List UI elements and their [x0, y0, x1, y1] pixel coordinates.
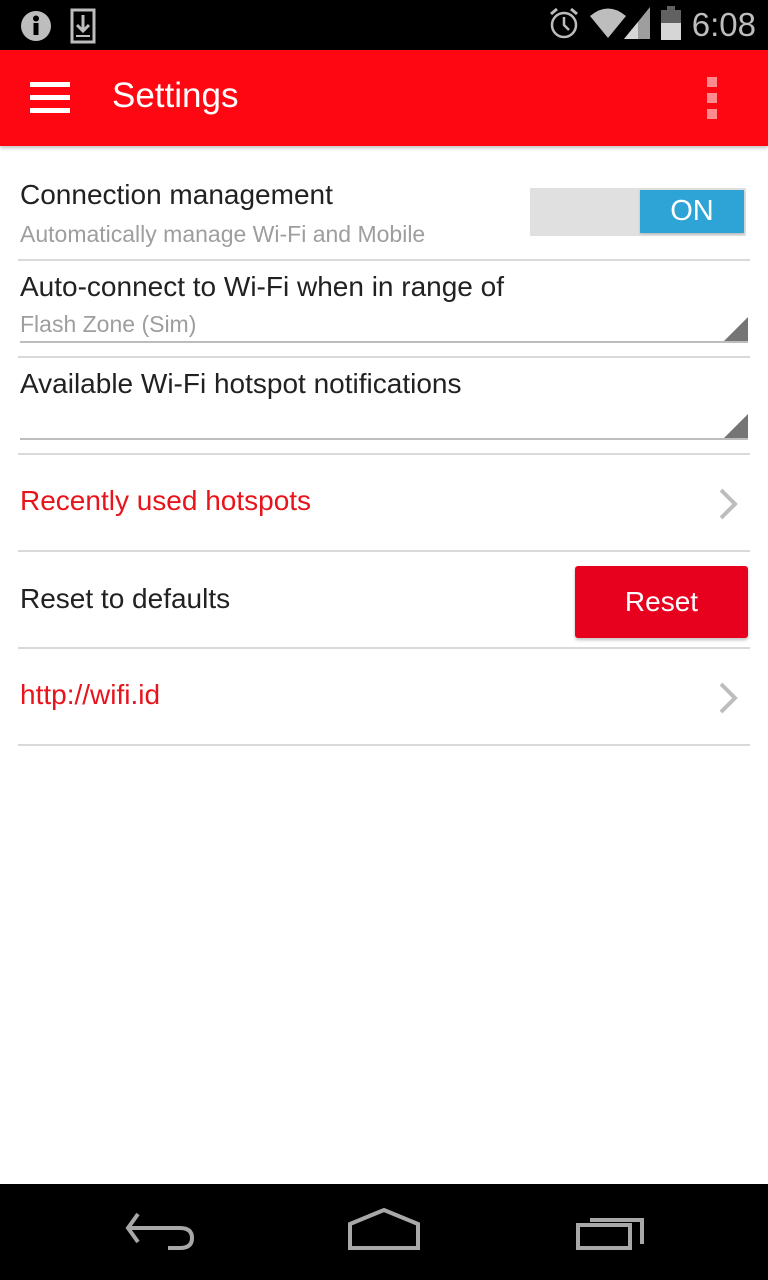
cell-signal-icon: [623, 7, 650, 43]
dropdown-triangle-icon: [724, 317, 748, 341]
recently-used-hotspots-item[interactable]: Recently used hotspots: [18, 455, 750, 552]
wifi-icon: [589, 7, 626, 43]
more-vert-icon[interactable]: [696, 77, 728, 121]
reset-button[interactable]: Reset: [575, 566, 748, 638]
connection-management-title: Connection management: [20, 179, 333, 210]
status-time: 6:08: [691, 6, 756, 43]
setting-hotspot-notifications: Available Wi-Fi hotspot notifications: [18, 358, 750, 455]
download-icon: [70, 8, 96, 48]
recents-button[interactable]: [566, 1208, 656, 1258]
home-icon: [348, 1207, 420, 1250]
app-bar: Settings: [0, 50, 768, 146]
alarm-icon: [548, 6, 580, 44]
navigation-bar: [0, 1184, 768, 1280]
status-bar: 6:08: [0, 0, 768, 50]
home-button[interactable]: [339, 1207, 429, 1258]
reset-defaults-label: Reset to defaults: [20, 583, 231, 614]
auto-connect-title: Auto-connect to Wi-Fi when in range of: [20, 271, 505, 302]
hotspot-notifications-title: Available Wi-Fi hotspot notifications: [20, 368, 462, 399]
connection-management-subtitle: Automatically manage Wi-Fi and Mobile: [20, 221, 426, 247]
toggle-on-label: ON: [640, 190, 744, 233]
info-icon: [20, 10, 52, 46]
back-icon: [125, 1212, 195, 1250]
hotspot-notifications-dropdown[interactable]: [20, 408, 748, 440]
recents-icon: [576, 1218, 644, 1250]
auto-connect-selected: Flash Zone (Sim): [20, 311, 197, 337]
setting-auto-connect: Auto-connect to Wi-Fi when in range of F…: [18, 261, 750, 358]
hamburger-menu-icon[interactable]: [30, 82, 70, 114]
chevron-right-icon: [719, 682, 738, 714]
back-button[interactable]: [116, 1208, 206, 1258]
website-link-item[interactable]: http://wifi.id: [18, 649, 750, 746]
battery-icon: [660, 6, 682, 44]
setting-connection-management: Connection management Automatically mana…: [18, 146, 750, 261]
dropdown-triangle-icon: [724, 414, 748, 438]
website-link-label: http://wifi.id: [20, 679, 161, 710]
setting-reset-defaults: Reset to defaults Reset: [18, 552, 750, 649]
page-title: Settings: [112, 76, 239, 115]
connection-management-toggle[interactable]: ON: [530, 188, 746, 236]
chevron-right-icon: [719, 488, 738, 520]
auto-connect-dropdown[interactable]: Flash Zone (Sim): [20, 311, 748, 343]
recently-used-hotspots-label: Recently used hotspots: [20, 485, 312, 516]
